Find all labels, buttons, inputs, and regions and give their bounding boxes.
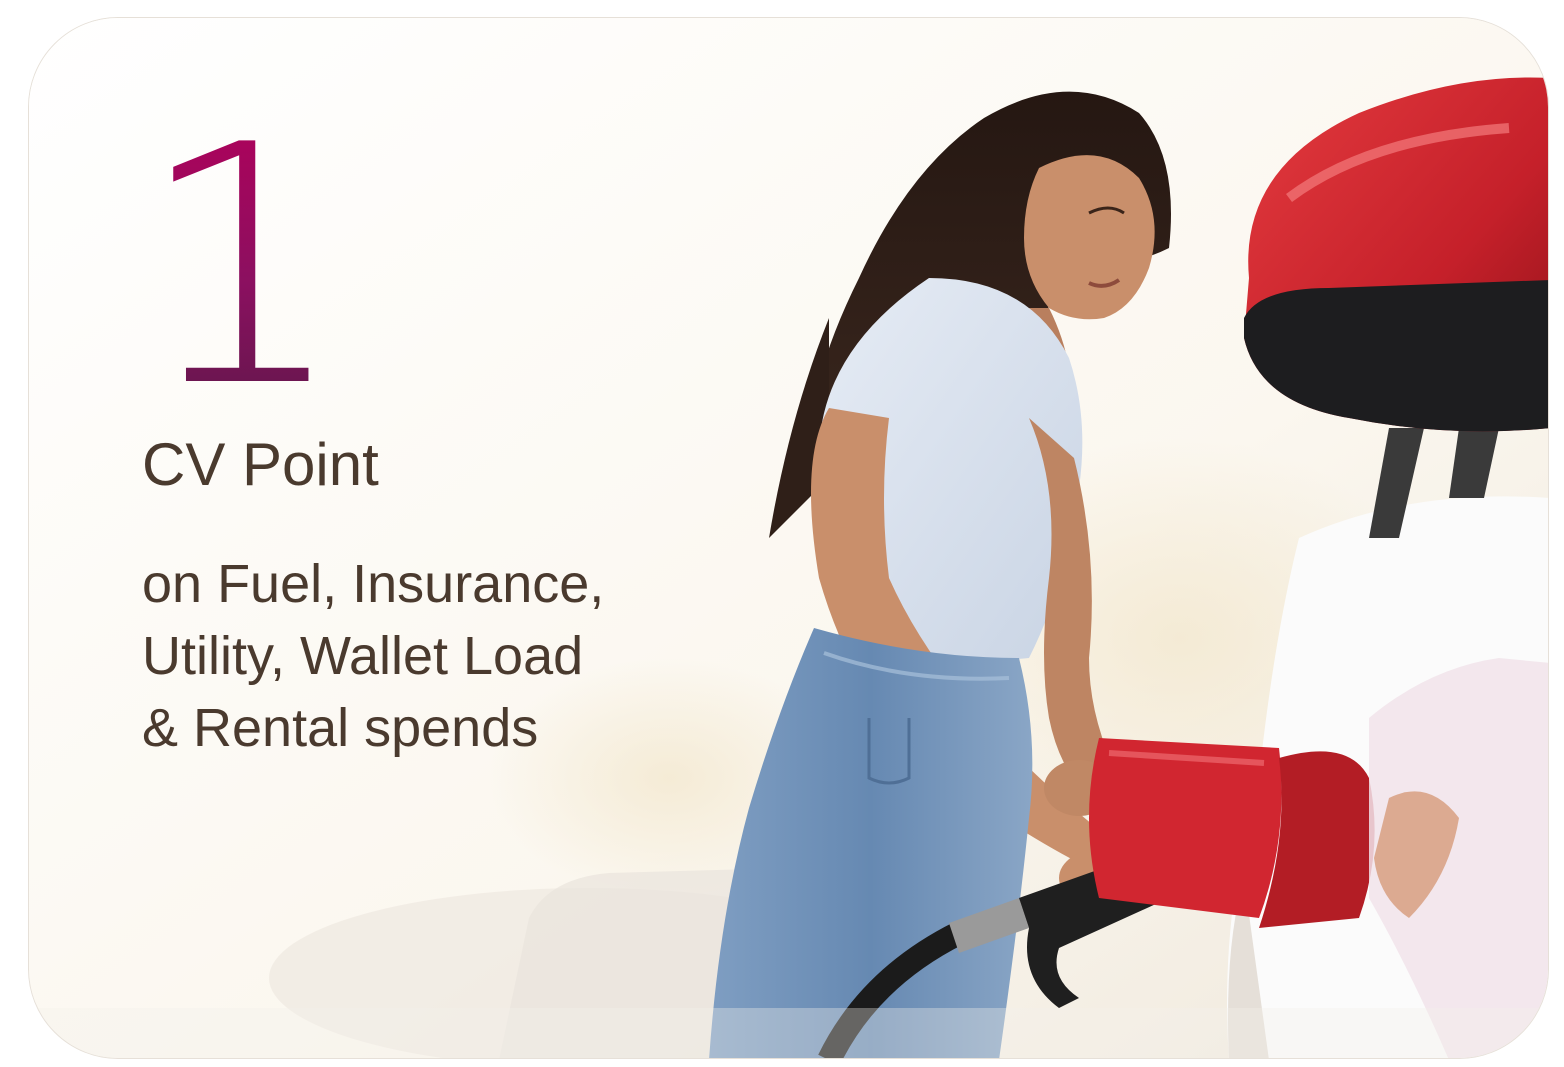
promo-card: 1 CV Point on Fuel, Insurance, Utility, … <box>28 17 1549 1059</box>
points-details: on Fuel, Insurance, Utility, Wallet Load… <box>142 548 604 764</box>
details-line: on Fuel, Insurance, <box>142 554 605 614</box>
details-line: Utility, Wallet Load <box>142 626 584 686</box>
points-number: 1 <box>137 75 347 459</box>
points-headline: CV Point <box>142 431 379 498</box>
details-line: & Rental spends <box>142 698 539 758</box>
